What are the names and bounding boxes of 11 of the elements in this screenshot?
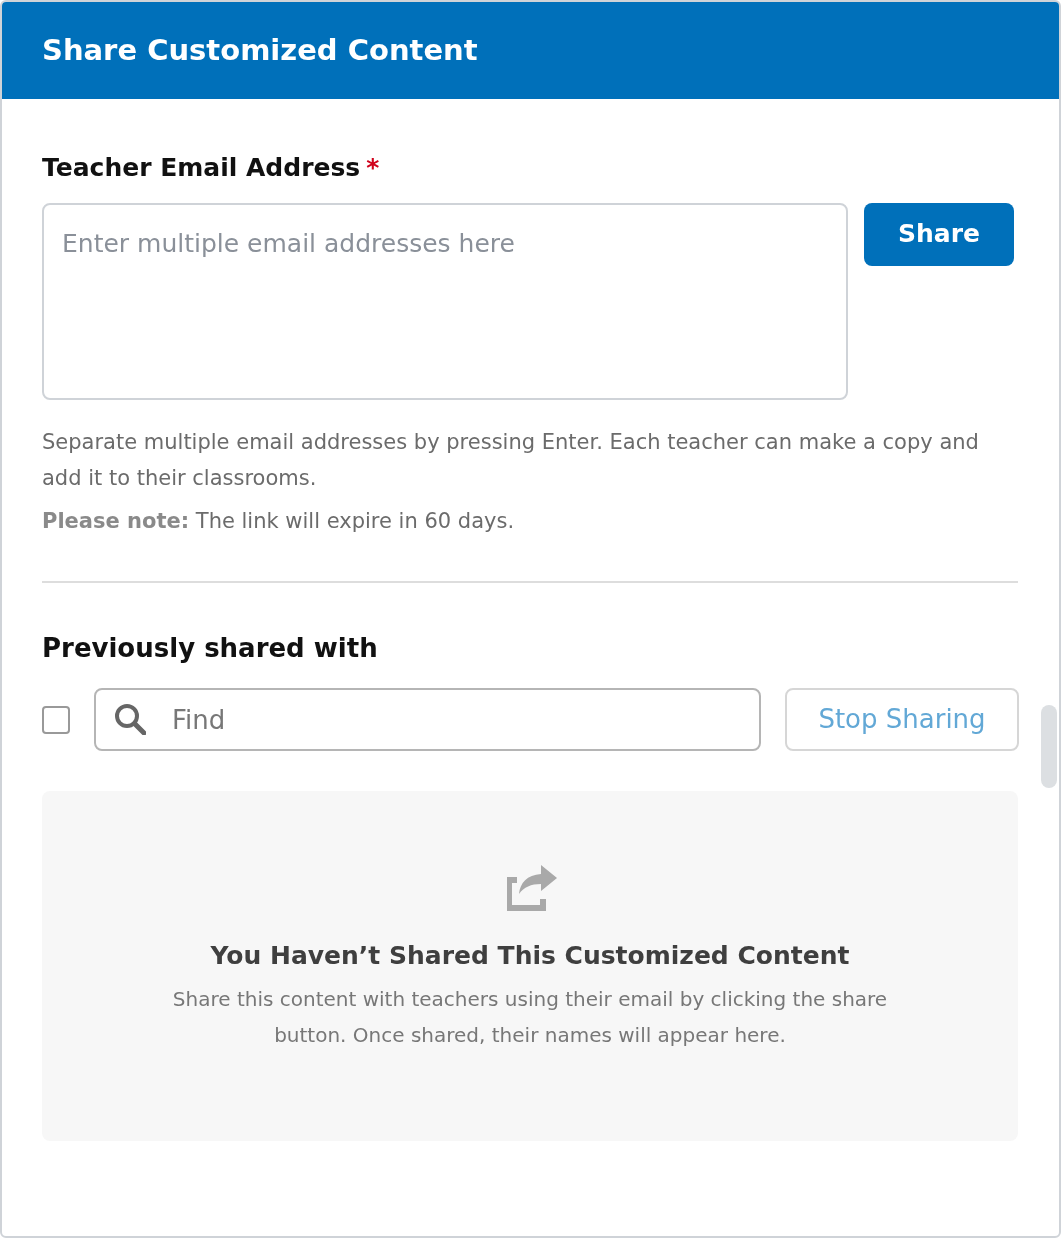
share-button[interactable]: Share — [864, 202, 1014, 266]
empty-state-message: Share this content with teachers using their email by clicking the share button. Once shared, their names will appear here. — [171, 986, 889, 1050]
dialog-title: Share Customized Content — [42, 33, 478, 68]
section-heading: Previously shared with — [42, 633, 379, 665]
note-text: Please note: The link will expire in 60 days. — [42, 507, 516, 535]
field-label: Teacher Email Address — [42, 153, 361, 182]
email-field[interactable]: Enter multiple email addresses here — [42, 202, 848, 400]
required-mark: * — [366, 153, 380, 182]
empty-state-title: You Haven’t Shared This Customized Content — [210, 941, 850, 972]
search-field[interactable]: Find — [94, 688, 761, 752]
help-text: Separate multiple email addresses by pressing Enter. Each teacher can make a copy and add it to their classrooms. — [42, 428, 980, 492]
